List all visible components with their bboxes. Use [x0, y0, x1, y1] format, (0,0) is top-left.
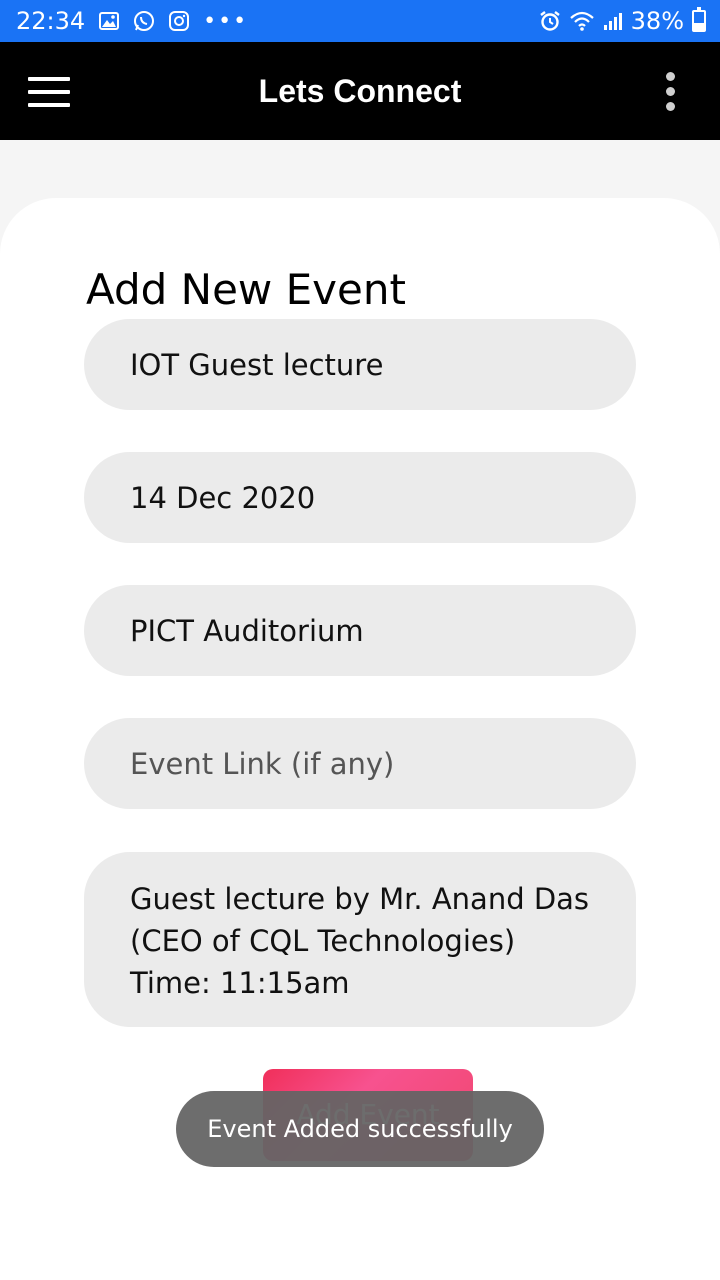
event-name-value: IOT Guest lecture [130, 347, 384, 382]
event-date-field[interactable]: 14 Dec 2020 [84, 452, 636, 543]
event-description-field[interactable]: Guest lecture by Mr. Anand Das (CEO of C… [84, 852, 636, 1027]
form-title: Add New Event [86, 265, 406, 314]
event-link-field[interactable]: Event Link (if any) [84, 718, 636, 809]
gallery-icon [99, 12, 120, 30]
description-line: (CEO of CQL Technologies) [130, 924, 516, 958]
battery-icon [692, 7, 706, 32]
overflow-menu-icon[interactable] [660, 72, 680, 112]
wifi-icon [569, 10, 595, 32]
status-bar: 22:34 ••• 38% [0, 0, 720, 42]
event-date-value: 14 Dec 2020 [130, 480, 316, 515]
toast-message: Event Added successfully [176, 1091, 544, 1167]
alarm-icon [539, 10, 561, 32]
description-line: Guest lecture by Mr. Anand Das [130, 882, 590, 916]
event-name-field[interactable]: IOT Guest lecture [84, 319, 636, 410]
more-notifications-icon: ••• [203, 8, 249, 34]
event-venue-field[interactable]: PICT Auditorium [84, 585, 636, 676]
instagram-icon [169, 11, 190, 31]
battery-percent: 38% [630, 7, 684, 35]
event-venue-value: PICT Auditorium [130, 613, 364, 648]
event-link-placeholder: Event Link (if any) [130, 746, 395, 781]
signal-icon [603, 11, 623, 31]
app-title: Lets Connect [258, 73, 462, 109]
whatsapp-icon [133, 10, 155, 32]
app-bar: Lets Connect [0, 42, 720, 140]
description-line: Time: 11:15am [130, 966, 350, 1000]
status-time: 22:34 [16, 7, 86, 35]
